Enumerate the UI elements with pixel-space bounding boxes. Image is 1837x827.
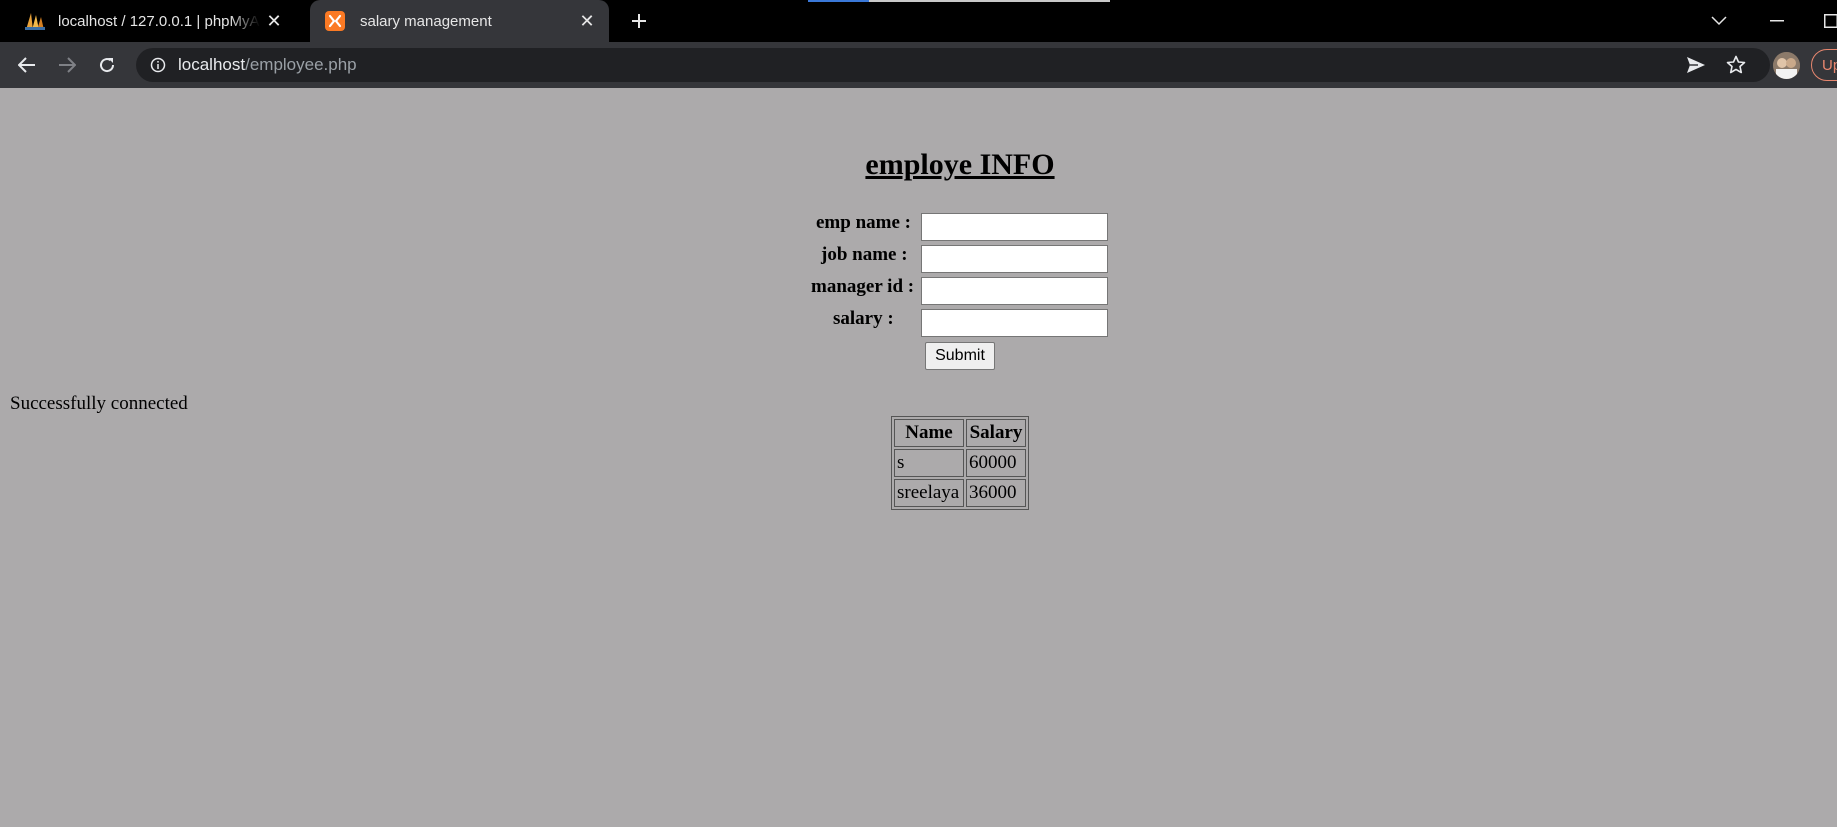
- browser-toolbar: localhost/employee.php Update: [0, 42, 1837, 88]
- salary-input[interactable]: [921, 309, 1108, 337]
- table-row: s 60000: [894, 449, 1026, 477]
- forward-arrow-icon[interactable]: [52, 50, 82, 80]
- minimize-icon[interactable]: [1754, 0, 1800, 42]
- cell-salary: 36000: [966, 479, 1026, 507]
- reload-icon[interactable]: [92, 50, 122, 80]
- close-icon[interactable]: ✕: [260, 7, 288, 35]
- plus-icon[interactable]: [624, 6, 654, 36]
- page-content: employe INFO emp name : job name : manag…: [0, 88, 1837, 827]
- chevron-down-icon[interactable]: [1696, 0, 1742, 42]
- manager-id-label: manager id :: [811, 276, 915, 297]
- tab-phpmyadmin[interactable]: localhost / 127.0.0.1 | phpMyAdmin ✕: [0, 0, 308, 42]
- tab-strip: localhost / 127.0.0.1 | phpMyAdmin ✕ sal…: [0, 0, 1837, 42]
- info-icon[interactable]: [148, 55, 168, 75]
- phpmyadmin-icon: [24, 10, 46, 32]
- table-row: sreelaya 36000: [894, 479, 1026, 507]
- close-icon[interactable]: ✕: [573, 7, 601, 35]
- tab-title: salary management: [360, 12, 492, 30]
- submit-button[interactable]: Submit: [925, 342, 995, 370]
- profile-avatar[interactable]: [1773, 52, 1800, 79]
- cell-name: s: [894, 449, 964, 477]
- back-arrow-icon[interactable]: [12, 50, 42, 80]
- emp-name-label: emp name :: [816, 212, 911, 233]
- emp-name-row: emp name :: [816, 212, 911, 234]
- send-icon[interactable]: [1681, 50, 1711, 80]
- salary-row: salary :: [833, 308, 894, 330]
- page-title: employe INFO: [865, 148, 1055, 181]
- cell-name: sreelaya: [894, 479, 964, 507]
- salary-table: Name Salary s 60000 sreelaya 36000: [891, 416, 1029, 510]
- xampp-icon: [324, 10, 346, 32]
- star-icon[interactable]: [1721, 50, 1751, 80]
- column-header-salary: Salary: [966, 419, 1026, 447]
- update-button[interactable]: Update: [1811, 49, 1837, 81]
- job-name-input[interactable]: [921, 245, 1108, 273]
- job-name-label: job name :: [821, 244, 908, 265]
- cell-salary: 60000: [966, 449, 1026, 477]
- address-bar[interactable]: localhost/employee.php: [136, 48, 1770, 82]
- status-message: Successfully connected: [10, 393, 188, 414]
- tab-title: localhost / 127.0.0.1 | phpMyAdmin: [58, 12, 260, 30]
- emp-name-input[interactable]: [921, 213, 1108, 241]
- job-name-row: job name :: [821, 244, 908, 266]
- url-host: localhost: [178, 55, 246, 74]
- manager-id-row: manager id :: [811, 276, 914, 298]
- salary-label: salary :: [833, 308, 894, 329]
- drag-region-indicator: [808, 0, 1110, 2]
- url-path: /employee.php: [245, 55, 357, 74]
- maximize-icon[interactable]: [1808, 0, 1837, 42]
- column-header-name: Name: [894, 419, 964, 447]
- tab-salary-management[interactable]: salary management ✕: [310, 0, 609, 42]
- update-label: Update: [1822, 56, 1837, 74]
- manager-id-input[interactable]: [921, 277, 1108, 305]
- table-header-row: Name Salary: [894, 419, 1026, 447]
